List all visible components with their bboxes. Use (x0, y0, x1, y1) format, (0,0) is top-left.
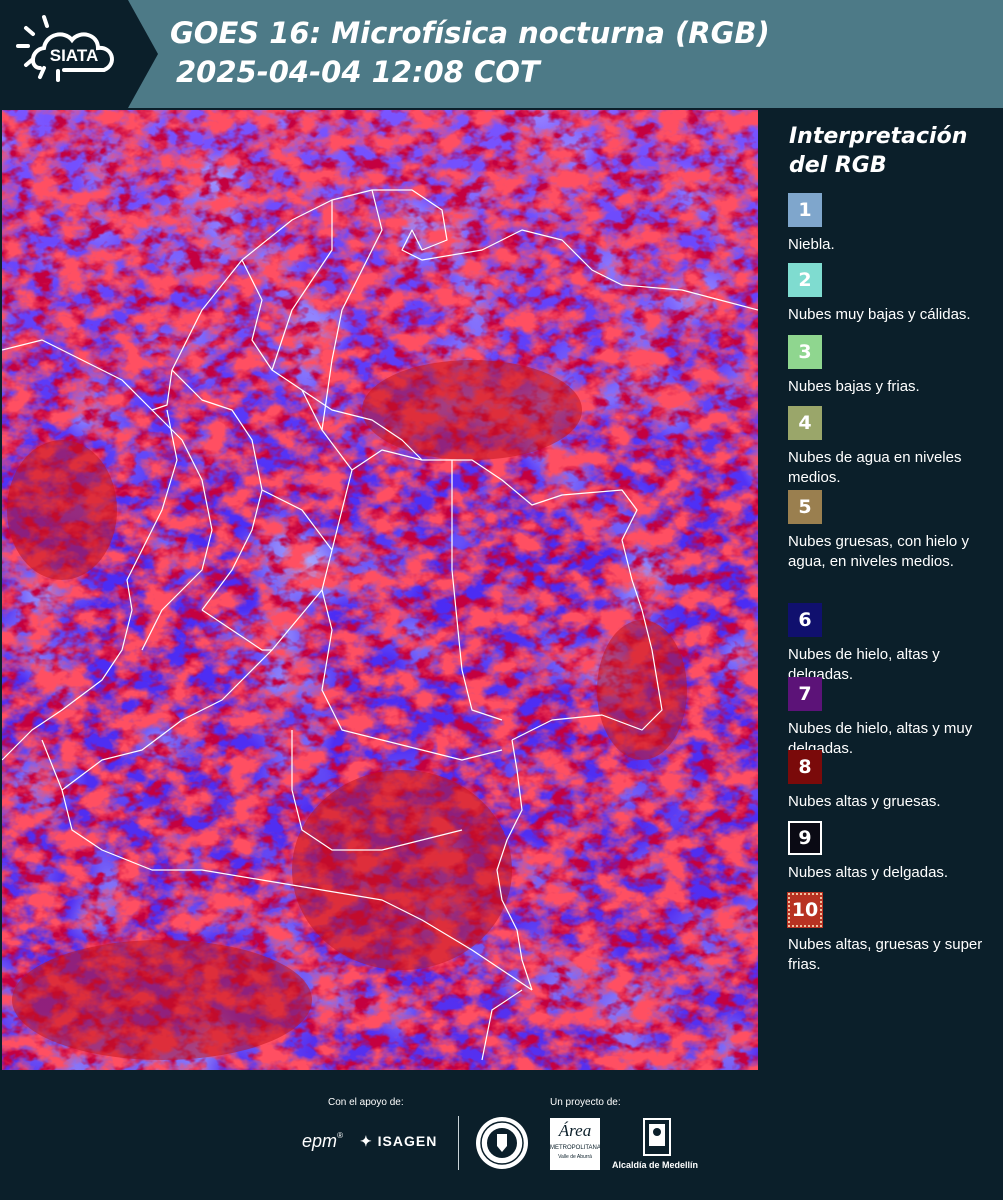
legend-color-swatch: 2 (788, 263, 822, 297)
logo-text: SIATA (50, 46, 98, 65)
medellin-shield-icon (643, 1118, 671, 1156)
legend-title-line1: Interpretación (789, 124, 968, 149)
legend-color-swatch: 6 (788, 603, 822, 637)
legend-color-swatch: 4 (788, 406, 822, 440)
area-logo-sub2: Valle de Aburrá (558, 1154, 592, 1160)
legend-label: Nubes de agua en niveles medios. (788, 449, 962, 486)
legend-label: Niebla. (788, 236, 835, 253)
legend-item-1: 1 Niebla. (788, 193, 998, 255)
legend-item-7: 7 Nubes de hielo, altas y muy delgadas. (788, 677, 998, 759)
area-logo-sub1: METROPOLITANA (550, 1145, 601, 1151)
legend-label: Nubes gruesas, con hielo y agua, en nive… (788, 533, 969, 570)
legend-item-9: 9 Nubes altas y delgadas. (788, 821, 998, 883)
area-logo-title: Área (558, 1121, 592, 1140)
satellite-map (2, 110, 758, 1070)
isagen-logo: ✦ ISAGEN (360, 1133, 437, 1150)
isagen-logo-text: ISAGEN (377, 1133, 438, 1149)
medellin-logo-text: Alcaldía de Medellín (612, 1160, 699, 1170)
legend-color-swatch: 3 (788, 335, 822, 369)
legend-label: Nubes altas, gruesas y super frias. (788, 936, 983, 973)
project-label: Un proyecto de: (550, 1097, 621, 1108)
siata-logo: SIATA (0, 0, 158, 108)
legend-title-line2: del RGB (789, 153, 887, 178)
epm-logo-text: epm (302, 1131, 338, 1151)
legend-item-5: 5 Nubes gruesas, con hielo y agua, en niv… (788, 490, 998, 572)
legend-item-4: 4 Nubes de agua en niveles medios. (788, 406, 998, 488)
legend-label: Nubes altas y gruesas. (788, 793, 941, 810)
legend-color-swatch: 8 (788, 750, 822, 784)
legend-item-2: 2 Nubes muy bajas y cálidas. (788, 263, 998, 325)
footer: Con el apoyo de: Un proyecto de: epm® ✦ … (0, 1070, 1003, 1200)
legend-color-swatch: 1 (788, 193, 822, 227)
legend-item-6: 6 Nubes de hielo, altas y delgadas. (788, 603, 998, 685)
legend-panel: Interpretación del RGB 1 Niebla. 2 Nubes mu… (760, 110, 1003, 1070)
header: SIATA GOES 16: Microfísica nocturna (RGB… (0, 0, 1003, 108)
legend-color-swatch: 7 (788, 677, 822, 711)
legend-label: Nubes bajas y frias. (788, 378, 920, 395)
epm-logo: epm® (302, 1131, 343, 1151)
satellite-image (2, 110, 758, 1070)
legend-color-swatch: 5 (788, 490, 822, 524)
legend-item-10: 10 Nubes altas, gruesas y super frias. (787, 892, 998, 975)
area-metropolitana-logo: Área METROPOLITANA Valle de Aburrá (550, 1118, 601, 1170)
isagen-star-icon: ✦ (360, 1133, 373, 1149)
seal-logo-icon (476, 1117, 528, 1169)
legend-item-8: 8 Nubes altas y gruesas. (788, 750, 998, 812)
legend-color-swatch: 9 (788, 821, 822, 855)
legend-label: Nubes altas y delgadas. (788, 864, 949, 881)
legend-title: Interpretación del RGB (789, 122, 999, 180)
legend-color-swatch: 10 (787, 892, 823, 928)
page-timestamp: 2025-04-04 12:08 COT (176, 55, 540, 89)
legend-item-3: 3 Nubes bajas y frias. (788, 335, 998, 397)
footer-divider (458, 1116, 459, 1170)
legend-label: Nubes muy bajas y cálidas. (788, 306, 971, 323)
support-label: Con el apoyo de: (328, 1097, 404, 1108)
page-title: GOES 16: Microfísica nocturna (RGB) (170, 16, 770, 50)
